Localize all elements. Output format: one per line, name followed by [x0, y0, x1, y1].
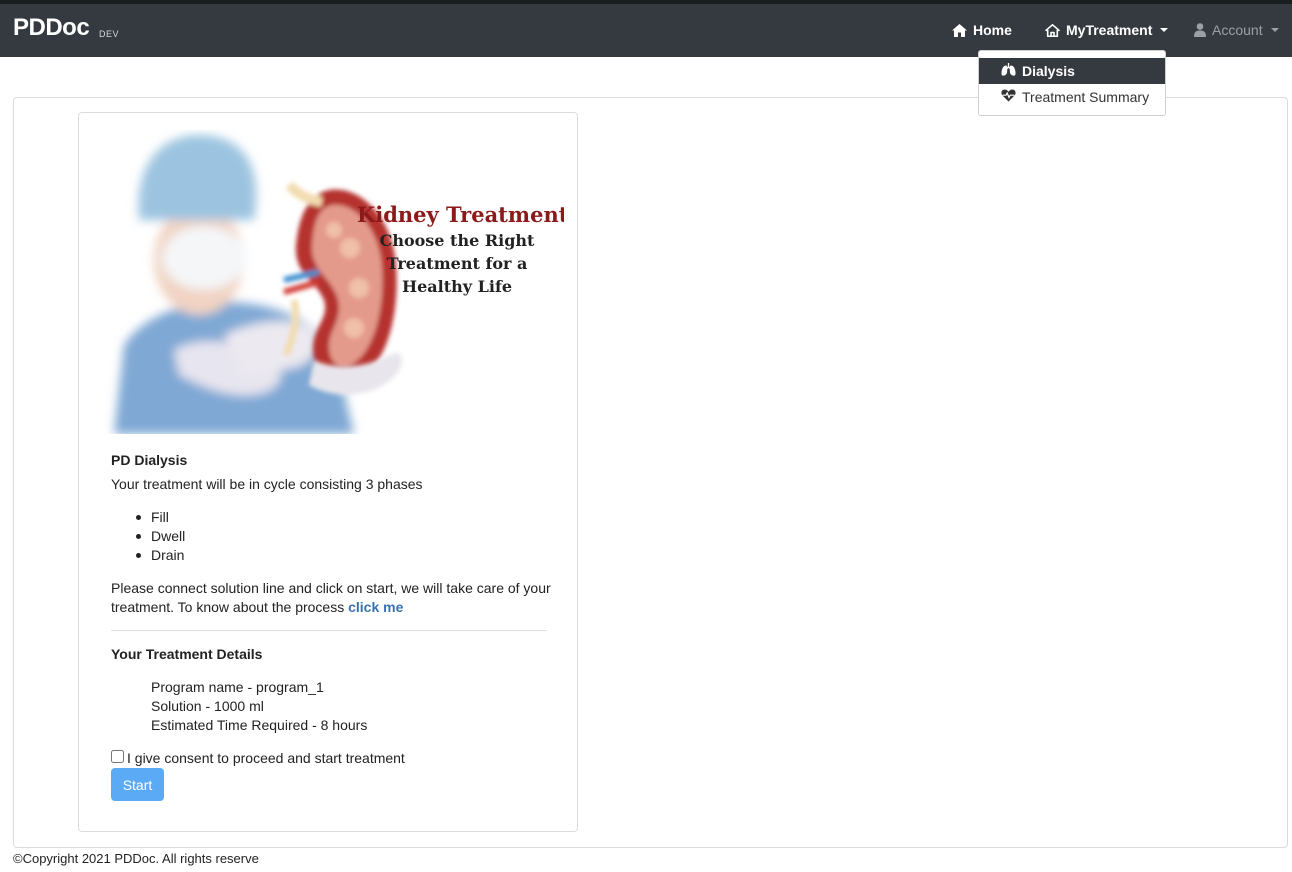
dropdown-item-dialysis-label: Dialysis — [1022, 63, 1075, 79]
hero-line-3: Healthy Life — [401, 277, 513, 296]
instructions-line-1: Please connect solution line and click o… — [111, 580, 551, 596]
nav-home[interactable]: Home — [952, 22, 1012, 38]
chevron-down-icon — [1270, 28, 1279, 32]
nav-account-label: Account — [1212, 22, 1263, 38]
start-button[interactable]: Start — [111, 768, 164, 801]
section-divider — [111, 630, 547, 631]
dropdown-item-dialysis[interactable]: Dialysis — [979, 58, 1165, 84]
instructions-text: treatment. To know about the process — [111, 599, 349, 615]
bullet-dot — [136, 553, 141, 558]
user-icon — [1194, 23, 1206, 37]
treatment-details-heading: Your Treatment Details — [111, 646, 263, 662]
lungs-icon — [1001, 63, 1016, 79]
detail-program-name: Program name - program_1 — [151, 679, 324, 695]
nav-account[interactable]: Account — [1194, 22, 1279, 38]
bullet-dot — [136, 534, 141, 539]
process-info-link[interactable]: click me — [348, 599, 403, 615]
nav-mytreatment-label: MyTreatment — [1066, 22, 1153, 38]
nav-home-label: Home — [973, 22, 1012, 38]
dropdown-item-treatment-summary-label: Treatment Summary — [1022, 89, 1150, 105]
intro-text: Your treatment will be in cycle consisti… — [111, 476, 423, 492]
section-heading-pd-dialysis: PD Dialysis — [111, 452, 188, 468]
home-outline-icon — [1045, 23, 1060, 37]
phase-list-item: Fill — [151, 509, 169, 525]
consent-label: I give consent to proceed and start trea… — [127, 750, 405, 766]
phase-list-item: Dwell — [151, 528, 186, 544]
bullet-dot — [136, 515, 141, 520]
consent-checkbox[interactable] — [111, 750, 124, 763]
detail-solution: Solution - 1000 ml — [151, 698, 264, 714]
home-icon — [952, 23, 967, 37]
instructions-line-2: treatment. To know about the process cli… — [111, 599, 403, 615]
detail-estimated-time: Estimated Time Required - 8 hours — [151, 717, 368, 733]
phase-list-item: Drain — [151, 547, 185, 563]
hero-line-1: Choose the Right — [379, 231, 535, 250]
hero-line-2: Treatment for a — [386, 254, 528, 273]
kidney-treatment-banner: Kidney Treatment Choose the Right Treatm… — [104, 130, 564, 434]
footer-copyright: ©Copyright 2021 PDDoc. All rights reserv… — [13, 851, 259, 866]
environment-tag: DEV — [99, 29, 120, 39]
heartbeat-icon — [1001, 89, 1016, 105]
chevron-down-icon — [1160, 28, 1169, 32]
nav-mytreatment[interactable]: MyTreatment — [1045, 22, 1169, 38]
dropdown-item-treatment-summary[interactable]: Treatment Summary — [979, 84, 1165, 110]
hero-title: Kidney Treatment — [357, 202, 564, 227]
brand-logo[interactable]: PDDoc — [13, 14, 90, 42]
mytreatment-dropdown-menu: Dialysis Treatment Summary — [978, 50, 1166, 116]
